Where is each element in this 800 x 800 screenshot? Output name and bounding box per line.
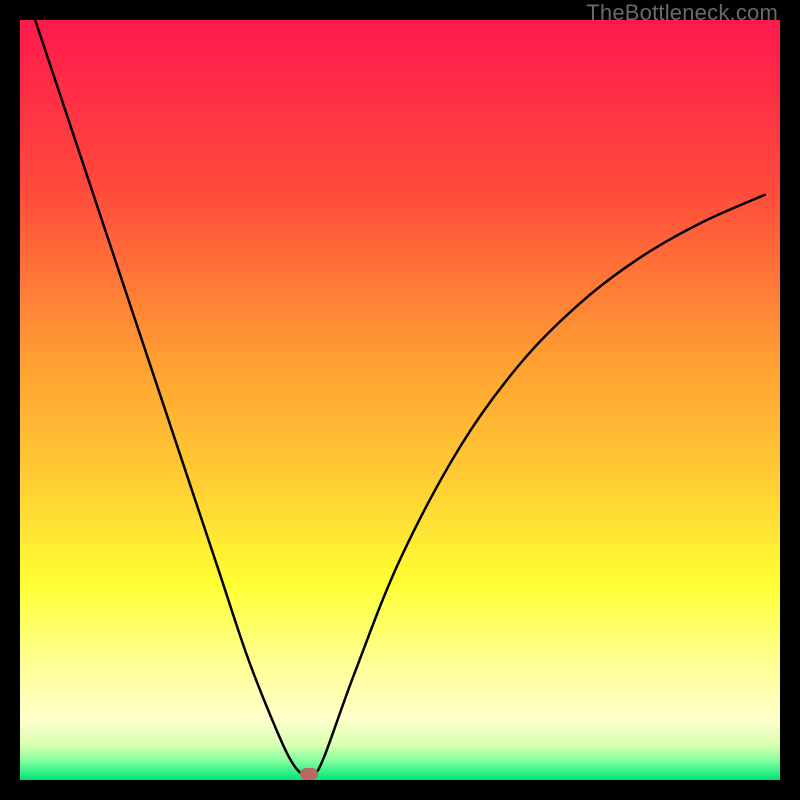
chart-frame [20, 20, 780, 780]
bottleneck-curve [20, 20, 780, 780]
optimal-point-marker [300, 768, 318, 780]
watermark-text: TheBottleneck.com [586, 0, 778, 26]
